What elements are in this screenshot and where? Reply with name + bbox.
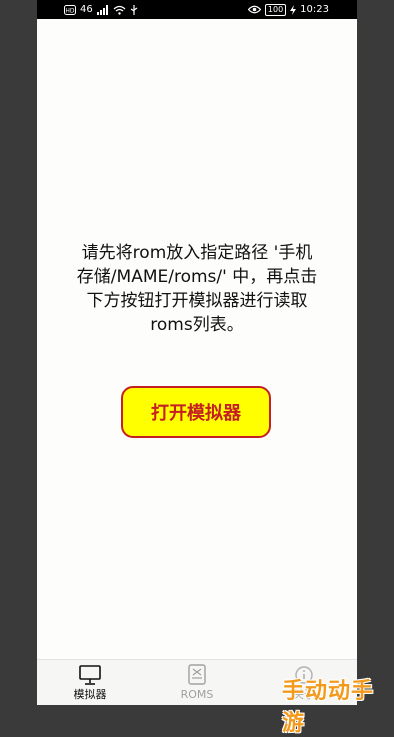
- open-emulator-button[interactable]: 打开模拟器: [121, 386, 271, 438]
- signal-type-label: 46: [80, 4, 93, 15]
- tab-simulator-label: 模拟器: [73, 688, 107, 701]
- status-bar: HD 46 100 10:23: [37, 0, 357, 19]
- status-left-group: HD 46: [64, 0, 138, 19]
- tab-simulator[interactable]: 模拟器: [50, 664, 130, 704]
- instructions-text: 请先将rom放入指定路径 '手机 存储/MAME/roms/' 中，再点击 下方…: [76, 243, 318, 335]
- status-time: 10:23: [300, 4, 329, 15]
- tab-roms[interactable]: ROMS: [157, 664, 237, 704]
- cellular-signal-icon: [96, 4, 109, 15]
- app-notification-icon: HD: [64, 4, 76, 15]
- svg-text:HD: HD: [65, 7, 75, 14]
- phone-screen: HD 46 100 10:23 请先将rom放入指定路径 '手机 存储/MAME…: [37, 0, 357, 705]
- eye-comfort-icon: [247, 5, 261, 14]
- status-right-group: 100 10:23: [247, 0, 329, 19]
- main-content: 请先将rom放入指定路径 '手机 存储/MAME/roms/' 中，再点击 下方…: [37, 19, 357, 659]
- wifi-icon: [113, 5, 126, 15]
- usb-icon: [130, 4, 138, 15]
- rom-cartridge-icon: [183, 664, 211, 686]
- monitor-icon: [76, 664, 104, 686]
- tab-roms-label: ROMS: [180, 688, 214, 701]
- site-watermark: 手动动手游: [282, 679, 375, 736]
- charging-icon: [290, 4, 297, 15]
- battery-indicator: 100: [264, 3, 287, 16]
